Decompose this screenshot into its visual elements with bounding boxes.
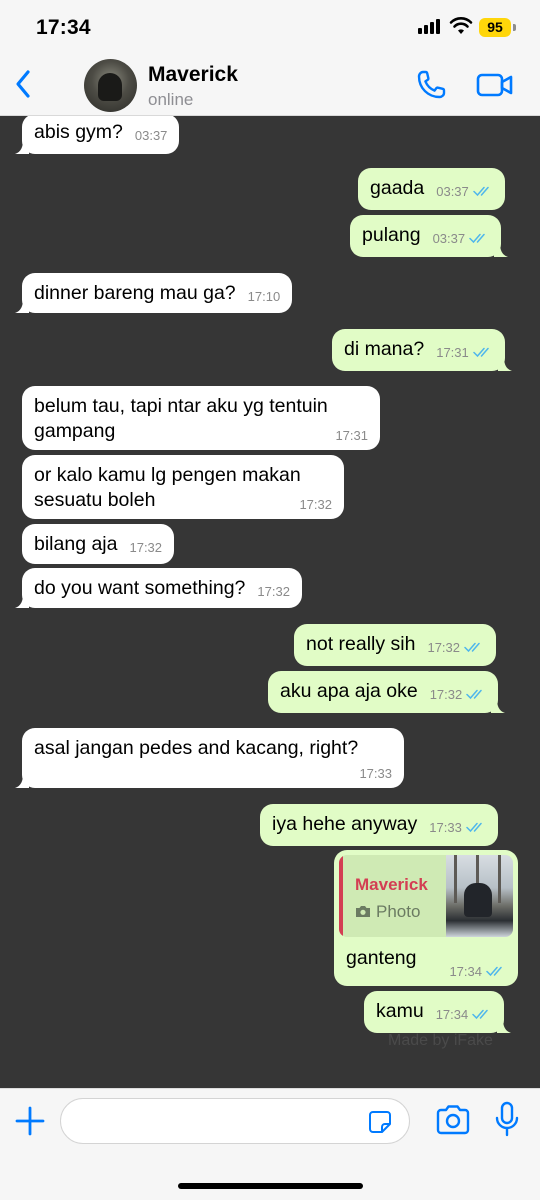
- message-time: 17:33: [359, 765, 392, 781]
- message-text: kamu: [376, 1000, 424, 1022]
- bubble-tail: [15, 299, 29, 313]
- status-bar: 17:34 95: [0, 0, 540, 54]
- message-incoming[interactable]: asal jangan pedes and kacang, right? 17:…: [15, 728, 404, 788]
- message-time: 17:32: [299, 496, 332, 512]
- message-outgoing[interactable]: di mana? 17:31: [332, 329, 512, 371]
- wifi-icon: [449, 17, 473, 34]
- message-outgoing[interactable]: kamu 17:34: [364, 991, 512, 1033]
- message-time: 17:34: [449, 963, 506, 979]
- avatar[interactable]: [84, 59, 137, 112]
- message-text: ganteng: [346, 947, 417, 969]
- message-incoming[interactable]: dinner bareng mau ga? 17:10: [15, 273, 293, 313]
- battery-tip: [513, 24, 516, 31]
- message-time: 17:31: [335, 427, 368, 443]
- battery-indicator: 95: [479, 18, 511, 37]
- message-outgoing-reply[interactable]: Maverick Photo ganteng 17:34: [334, 850, 518, 986]
- bubble-tail: [497, 357, 512, 371]
- message-incoming[interactable]: belum tau, tapi ntar aku yg tentuin gamp…: [22, 386, 380, 450]
- contact-name[interactable]: Maverick: [148, 63, 238, 87]
- bubble-tail: [494, 243, 509, 257]
- message-text: not really sih: [306, 633, 416, 655]
- contact-status: online: [148, 90, 194, 109]
- message-text: aku apa aja oke: [280, 680, 418, 702]
- double-check-icon: [469, 233, 485, 244]
- quoted-type: Photo: [355, 899, 420, 924]
- double-check-icon: [466, 822, 482, 833]
- message-text: di mana?: [344, 338, 425, 360]
- watermark: Made by iFake: [388, 1032, 493, 1049]
- plus-icon[interactable]: [14, 1105, 46, 1137]
- message-time: 17:32: [430, 686, 487, 702]
- message-text: asal jangan pedes and kacang, right?: [34, 737, 359, 759]
- message-outgoing[interactable]: not really sih 17:32: [294, 624, 497, 666]
- bubble-tail: [15, 594, 29, 608]
- message-time: 17:10: [247, 288, 281, 304]
- double-check-icon: [473, 186, 489, 197]
- bubble-tail: [497, 1019, 512, 1033]
- quoted-sender: Maverick: [355, 875, 428, 894]
- message-text: abis gym?: [34, 121, 123, 143]
- message-text: pulang: [362, 224, 421, 246]
- double-check-icon: [486, 966, 502, 977]
- back-icon[interactable]: [10, 64, 38, 104]
- camera-icon: [356, 906, 370, 917]
- mic-icon[interactable]: [494, 1101, 520, 1139]
- message-time: 17:33: [429, 819, 486, 835]
- message-text: do you want something?: [34, 577, 246, 599]
- home-indicator[interactable]: [178, 1183, 363, 1189]
- message-time: 03:37: [134, 127, 168, 143]
- message-text: iya hehe anyway: [272, 813, 418, 835]
- quote-accent-bar: [339, 855, 343, 937]
- phone-icon[interactable]: [414, 68, 448, 102]
- message-text: bilang aja: [34, 533, 118, 555]
- message-time: 17:32: [257, 583, 290, 599]
- double-check-icon: [472, 1009, 488, 1020]
- quoted-message[interactable]: Maverick Photo: [339, 855, 513, 937]
- bubble-tail: [491, 699, 506, 713]
- message-incoming[interactable]: or kalo kamu lg pengen makan sesuatu bol…: [22, 455, 344, 519]
- message-time: 17:31: [436, 344, 493, 360]
- double-check-icon: [466, 689, 482, 700]
- message-time: 03:37: [436, 183, 493, 199]
- chat-area[interactable]: abis gym? 03:37 gaada 03:37 pulang 03:37…: [0, 116, 540, 1088]
- message-text: dinner bareng mau ga?: [34, 282, 236, 304]
- message-time: 17:32: [427, 639, 484, 655]
- video-icon[interactable]: [476, 70, 514, 100]
- message-text: or kalo kamu lg pengen makan sesuatu bol…: [34, 464, 301, 511]
- double-check-icon: [464, 642, 480, 653]
- message-outgoing[interactable]: aku apa aja oke 17:32: [268, 671, 506, 713]
- camera-icon[interactable]: [435, 1104, 471, 1136]
- cellular-signal-icon: [418, 18, 440, 34]
- message-outgoing[interactable]: gaada 03:37: [358, 168, 505, 210]
- chat-header: Maverick online: [0, 54, 540, 116]
- message-time: 17:34: [436, 1006, 493, 1022]
- status-time: 17:34: [36, 16, 91, 39]
- message-text: belum tau, tapi ntar aku yg tentuin gamp…: [34, 395, 328, 442]
- message-incoming[interactable]: bilang aja 17:32: [22, 524, 175, 564]
- bubble-tail: [15, 140, 29, 154]
- message-time: 17:32: [129, 539, 163, 555]
- message-input[interactable]: [60, 1098, 410, 1144]
- quoted-type-label: Photo: [376, 902, 421, 921]
- message-time: 03:37: [433, 230, 490, 246]
- double-check-icon: [473, 347, 489, 358]
- sticker-icon[interactable]: [368, 1110, 392, 1134]
- message-text: gaada: [370, 177, 425, 199]
- message-outgoing[interactable]: iya hehe anyway 17:33: [260, 804, 498, 846]
- message-outgoing[interactable]: pulang 03:37: [350, 215, 509, 257]
- message-incoming[interactable]: abis gym? 03:37: [15, 116, 180, 154]
- message-incoming[interactable]: do you want something? 17:32: [15, 568, 302, 608]
- quoted-photo-thumbnail: [446, 855, 513, 937]
- bubble-tail: [15, 774, 29, 788]
